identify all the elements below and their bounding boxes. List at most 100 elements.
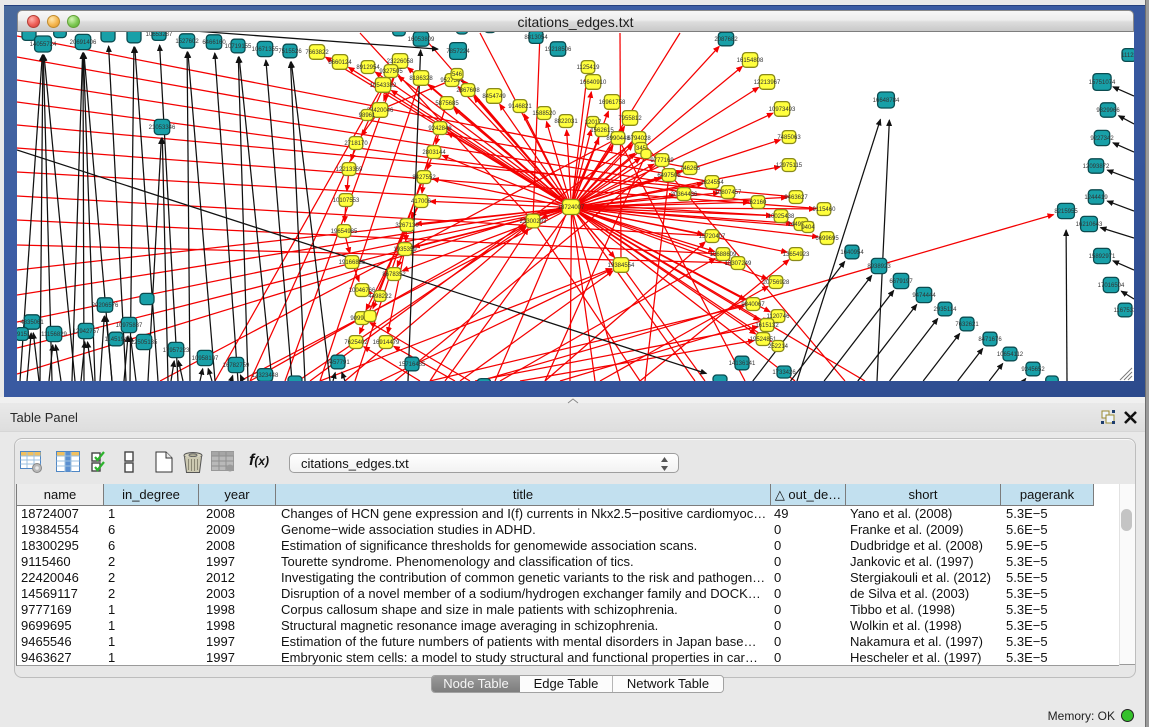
- svg-text:14055724: 14055724: [30, 42, 57, 48]
- svg-text:1935359: 1935359: [393, 247, 417, 253]
- svg-text:15751074: 15751074: [1089, 80, 1116, 86]
- svg-text:10719155: 10719155: [225, 44, 252, 50]
- svg-text:10958107: 10958107: [192, 356, 219, 362]
- svg-text:8678352: 8678352: [382, 272, 406, 278]
- svg-text:1167533: 1167533: [1114, 308, 1134, 314]
- svg-text:10807457: 10807457: [715, 190, 742, 196]
- svg-text:10653287: 10653287: [146, 32, 173, 38]
- svg-text:1640954: 1640954: [840, 250, 864, 256]
- svg-text:18724007: 18724007: [558, 205, 585, 211]
- svg-text:6794028: 6794028: [627, 136, 651, 142]
- svg-text:2087682: 2087682: [714, 37, 738, 43]
- svg-text:8215955: 8215955: [1054, 209, 1078, 215]
- svg-text:6679197: 6679197: [889, 279, 913, 285]
- svg-text:10671355: 10671355: [252, 47, 279, 53]
- svg-text:19218506: 19218506: [545, 47, 572, 53]
- svg-text:9463627: 9463627: [784, 195, 808, 201]
- svg-text:20364436: 20364436: [671, 192, 698, 198]
- svg-text:1244419: 1244419: [1084, 195, 1108, 201]
- svg-text:1588520: 1588520: [532, 111, 556, 117]
- svg-text:9457791: 9457791: [326, 360, 350, 366]
- svg-text:19654985: 19654985: [331, 229, 358, 235]
- svg-text:15716485: 15716485: [399, 362, 426, 368]
- svg-text:16961758: 16961758: [599, 100, 626, 106]
- svg-text:5875685: 5875685: [435, 101, 459, 107]
- svg-text:2803144: 2803144: [422, 150, 446, 156]
- svg-text:15892971: 15892971: [1089, 254, 1116, 260]
- svg-text:8186328: 8186328: [409, 76, 433, 82]
- svg-text:12213967: 12213967: [754, 80, 781, 86]
- svg-text:6497508: 6497508: [657, 173, 681, 179]
- svg-text:19384554: 19384554: [608, 263, 635, 269]
- svg-text:12505135: 12505135: [131, 340, 158, 346]
- svg-text:23300293: 23300293: [520, 219, 547, 225]
- svg-text:9474444: 9474444: [912, 293, 936, 299]
- svg-text:17016504: 17016504: [1098, 283, 1125, 289]
- svg-text:4498222: 4498222: [368, 294, 392, 300]
- svg-text:20206576: 20206576: [92, 303, 119, 309]
- svg-text:546: 546: [452, 72, 463, 78]
- svg-text:7955812: 7955812: [618, 116, 642, 122]
- svg-text:2867608: 2867608: [456, 88, 480, 94]
- svg-text:16053809: 16053809: [408, 37, 435, 43]
- svg-text:8471676: 8471676: [978, 337, 1002, 343]
- svg-text:9329966: 9329966: [1096, 108, 1120, 114]
- svg-text:39151: 39151: [17, 332, 31, 338]
- svg-text:8938923: 8938923: [867, 264, 891, 270]
- svg-text:1615132: 1615132: [755, 323, 779, 329]
- svg-text:12323448: 12323448: [252, 373, 279, 379]
- svg-text:9404: 9404: [801, 225, 815, 231]
- svg-text:9227342: 9227342: [1090, 136, 1114, 142]
- svg-text:9327505: 9327505: [379, 69, 403, 75]
- svg-text:10025438: 10025438: [768, 214, 795, 220]
- svg-text:1824554: 1824554: [700, 180, 724, 186]
- svg-text:12093872: 12093872: [1083, 164, 1110, 170]
- svg-text:8813054: 8813054: [524, 35, 548, 41]
- svg-text:9115460: 9115460: [813, 207, 837, 213]
- svg-text:16648784: 16648784: [873, 98, 900, 104]
- svg-text:19166825: 19166825: [339, 260, 366, 266]
- svg-text:1527602: 1527602: [175, 39, 199, 45]
- svg-text:8822031: 8822031: [554, 119, 578, 125]
- svg-text:9245652: 9245652: [1021, 367, 1045, 373]
- svg-text:417006: 417006: [411, 199, 432, 205]
- svg-text:16210643: 16210643: [1076, 222, 1103, 228]
- svg-text:9146821: 9146821: [508, 104, 532, 110]
- svg-text:6466160: 6466160: [202, 40, 226, 46]
- svg-text:16782759: 16782759: [223, 363, 250, 369]
- svg-text:10973493: 10973493: [769, 107, 796, 113]
- svg-text:10654112: 10654112: [997, 352, 1024, 358]
- svg-text:6699695: 6699695: [815, 236, 839, 242]
- svg-text:7857224: 7857224: [446, 49, 470, 55]
- svg-text:8912954: 8912954: [356, 65, 380, 71]
- svg-text:7625402: 7625402: [344, 340, 368, 346]
- svg-text:21053346: 21053346: [149, 125, 176, 131]
- svg-text:7663822: 7663822: [305, 50, 329, 56]
- svg-text:2935114: 2935114: [934, 307, 958, 313]
- svg-text:8454749: 8454749: [482, 94, 506, 100]
- svg-text:8660124: 8660124: [328, 60, 352, 66]
- svg-text:7632621: 7632621: [955, 322, 979, 328]
- svg-text:12213369: 12213369: [336, 167, 363, 173]
- svg-text:2718170: 2718170: [344, 141, 368, 147]
- svg-text:16154808: 16154808: [737, 58, 764, 64]
- svg-text:3267130: 3267130: [395, 223, 419, 229]
- svg-text:16640910: 16640910: [580, 80, 607, 86]
- svg-text:9242848: 9242848: [428, 126, 452, 132]
- svg-text:8427552: 8427552: [412, 175, 436, 181]
- svg-text:14136141: 14136141: [729, 361, 756, 367]
- svg-text:1733426: 1733426: [772, 370, 796, 376]
- svg-text:10107553: 10107553: [333, 198, 360, 204]
- svg-text:98961: 98961: [359, 113, 376, 119]
- svg-text:252214: 252214: [768, 344, 789, 350]
- svg-text:12975115: 12975115: [776, 163, 803, 169]
- svg-text:20756928: 20756928: [763, 280, 790, 286]
- svg-text:11123: 11123: [1121, 53, 1134, 59]
- svg-text:17957223: 17957223: [163, 348, 190, 354]
- svg-text:1562615: 1562615: [590, 128, 614, 134]
- svg-text:9777169: 9777169: [650, 158, 674, 164]
- svg-text:13654923: 13654923: [783, 252, 810, 258]
- svg-text:746266: 746266: [680, 166, 701, 172]
- svg-text:1125419: 1125419: [577, 65, 601, 71]
- svg-text:11156829: 11156829: [41, 332, 67, 338]
